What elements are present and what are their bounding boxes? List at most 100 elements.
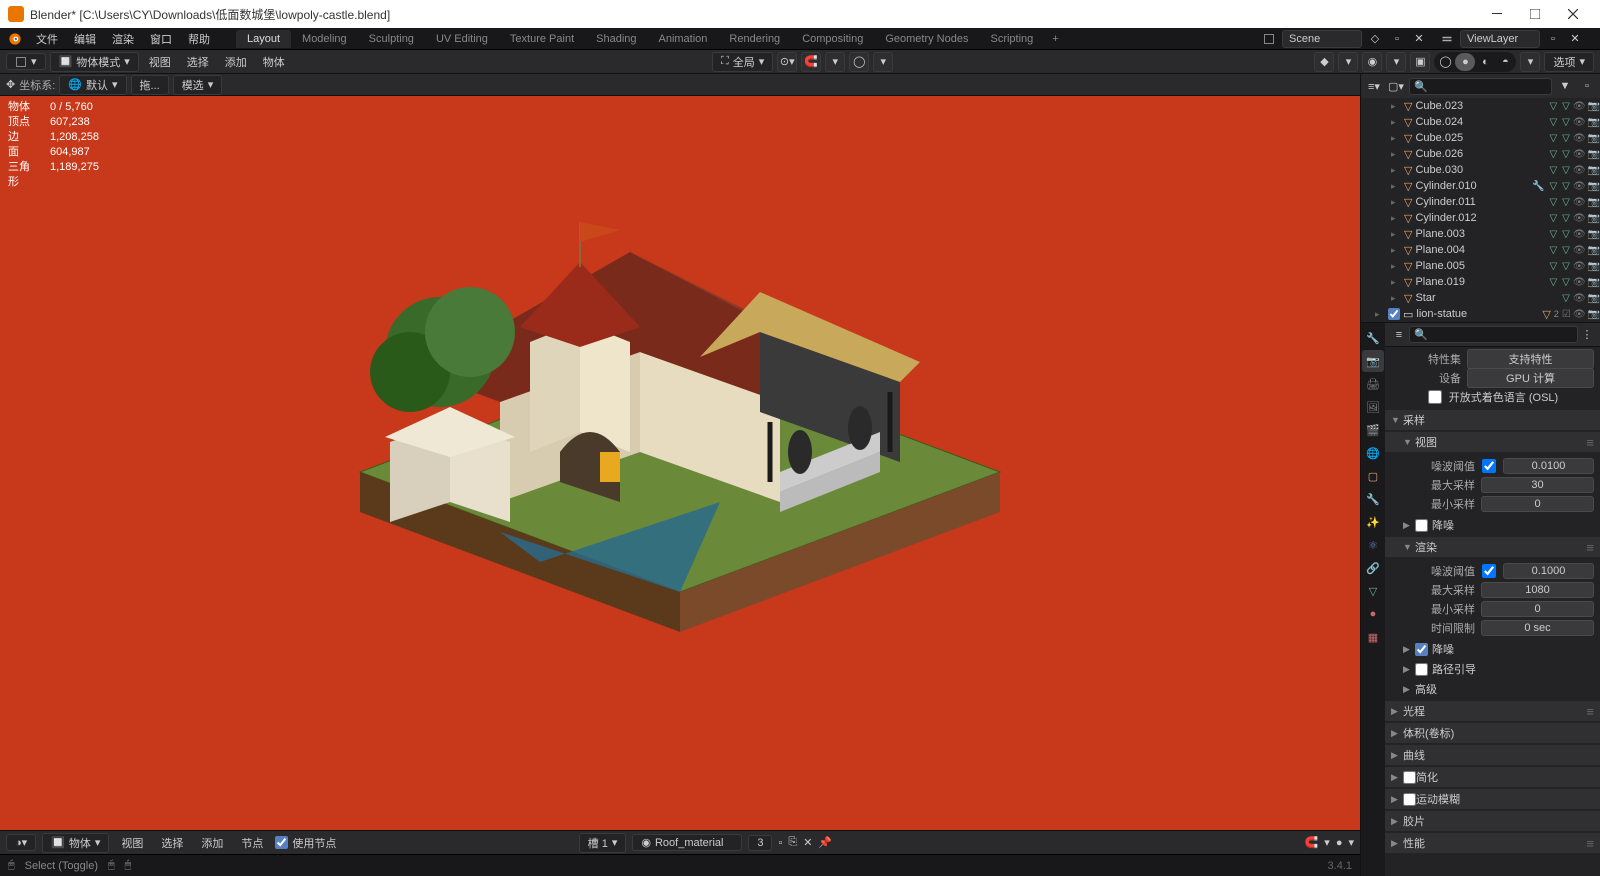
scene-new-icon[interactable]: ▫ xyxy=(1388,30,1406,48)
viewport-options[interactable]: 选项 ▾ xyxy=(1544,52,1594,72)
shader-backdrop-btn[interactable]: ● xyxy=(1336,837,1343,849)
viewlayer-new-icon[interactable]: ▫ xyxy=(1544,30,1562,48)
minimize-button[interactable] xyxy=(1478,0,1516,28)
outliner-item[interactable]: ▸▽Plane.003▽▽👁📷 xyxy=(1361,226,1600,242)
prop-tab-tool[interactable]: 🔧 xyxy=(1362,327,1384,349)
viewport-menu-select[interactable]: 选择 xyxy=(181,52,215,72)
workspace-tab-rendering[interactable]: Rendering xyxy=(718,30,791,48)
viewport-menu-object[interactable]: 物体 xyxy=(257,52,291,72)
menu-help[interactable]: 帮助 xyxy=(180,28,218,50)
workspace-tab-shading[interactable]: Shading xyxy=(585,30,647,48)
panel-light-paths[interactable]: ▶光程≡ xyxy=(1385,701,1600,721)
outliner-item[interactable]: ▸▽Cube.024▽▽👁📷 xyxy=(1361,114,1600,130)
drag-action-dropdown[interactable]: 拖... xyxy=(131,75,169,95)
properties-search-input[interactable] xyxy=(1428,329,1573,340)
panel-path-guiding[interactable]: ▶路径引导 xyxy=(1385,659,1600,679)
vp-denoise-checkbox[interactable] xyxy=(1415,519,1428,532)
workspace-tab-layout[interactable]: Layout xyxy=(236,30,291,48)
shading-dropdown[interactable]: ▾ xyxy=(1520,52,1540,72)
menu-edit[interactable]: 编辑 xyxy=(66,28,104,50)
shading-solid[interactable]: ● xyxy=(1455,53,1475,71)
shader-editor-type-dropdown[interactable]: ◑▾ xyxy=(6,834,36,851)
panel-curves[interactable]: ▶曲线 xyxy=(1385,745,1600,765)
panel-rn-denoise[interactable]: ▶降噪 xyxy=(1385,639,1600,659)
noise-rn-checkbox[interactable] xyxy=(1481,564,1497,578)
panel-viewport-sampling[interactable]: ▼视图≡ xyxy=(1385,432,1600,452)
scene-pin-icon[interactable]: ◇ xyxy=(1366,30,1384,48)
outliner-search[interactable]: 🔍 xyxy=(1409,78,1552,95)
outliner-item[interactable]: ▸▽Cube.023▽▽👁📷 xyxy=(1361,98,1600,114)
gizmo-visibility-toggle[interactable]: ◆ xyxy=(1314,52,1334,72)
gizmo-dropdown[interactable]: ▾ xyxy=(1338,52,1358,72)
device-dropdown[interactable]: GPU 计算 xyxy=(1467,368,1594,388)
pivot-point-dropdown[interactable]: ⊙▾ xyxy=(777,52,797,72)
menu-file[interactable]: 文件 xyxy=(28,28,66,50)
overlay-toggle[interactable]: ◉ xyxy=(1362,52,1382,72)
prop-tab-object[interactable]: ▢ xyxy=(1362,465,1384,487)
workspace-tab-uv-editing[interactable]: UV Editing xyxy=(425,30,499,48)
prop-tab-data[interactable]: ▽ xyxy=(1362,580,1384,602)
outliner-display-mode-dropdown[interactable]: ▢▾ xyxy=(1387,77,1405,95)
min-rn-value[interactable]: 0 xyxy=(1481,601,1594,617)
proportional-edit-dropdown[interactable]: ▾ xyxy=(873,52,893,72)
orientation-dropdown[interactable]: 🌐 默认 ▾ xyxy=(59,75,126,95)
panel-volumes[interactable]: ▶体积(卷标) xyxy=(1385,723,1600,743)
viewlayer-delete-icon[interactable]: ✕ xyxy=(1566,30,1584,48)
outliner-item[interactable]: ▸▽Cube.025▽▽👁📷 xyxy=(1361,130,1600,146)
motion-blur-checkbox[interactable] xyxy=(1403,793,1416,806)
editor-type-dropdown[interactable]: ▾ xyxy=(6,53,46,70)
panel-vp-denoise[interactable]: ▶降噪 xyxy=(1385,515,1600,535)
prop-tab-material[interactable]: ● xyxy=(1362,603,1384,625)
use-nodes-checkbox[interactable]: 使用节点 xyxy=(275,835,336,851)
feature-set-dropdown[interactable]: 支持特性 xyxy=(1467,349,1594,369)
shader-overlay-toggle[interactable]: ▾ xyxy=(1324,836,1330,849)
xray-toggle[interactable]: ▣ xyxy=(1410,52,1430,72)
osl-checkbox[interactable] xyxy=(1427,390,1443,404)
outliner-filter-icon[interactable]: ▼ xyxy=(1556,77,1574,95)
panel-sampling[interactable]: ▼采样 xyxy=(1385,410,1600,430)
close-button[interactable] xyxy=(1554,0,1592,28)
shader-menu-node[interactable]: 节点 xyxy=(235,833,269,853)
material-slot-dropdown[interactable]: 槽 1 ▾ xyxy=(579,833,627,853)
transform-mode-dropdown[interactable]: 模选 ▾ xyxy=(173,75,223,95)
shading-rendered[interactable]: ◓ xyxy=(1495,53,1515,71)
panel-render-sampling[interactable]: ▼渲染≡ xyxy=(1385,537,1600,557)
workspace-tab-texture-paint[interactable]: Texture Paint xyxy=(499,30,585,48)
outliner-item[interactable]: ▸▽Cylinder.011▽▽👁📷 xyxy=(1361,194,1600,210)
outliner-tree[interactable]: ▸▽Cube.023▽▽👁📷▸▽Cube.024▽▽👁📷▸▽Cube.025▽▽… xyxy=(1361,98,1600,322)
material-unlink-icon[interactable]: ✕ xyxy=(803,836,812,849)
prop-tab-physics[interactable]: ⚛ xyxy=(1362,534,1384,556)
path-guiding-checkbox[interactable] xyxy=(1415,663,1428,676)
noise-rn-value[interactable]: 0.1000 xyxy=(1503,563,1594,579)
shader-options-dropdown[interactable]: ▾ xyxy=(1348,836,1354,849)
panel-simplify[interactable]: ▶简化 xyxy=(1385,767,1600,787)
panel-film[interactable]: ▶胶片 xyxy=(1385,811,1600,831)
workspace-add-button[interactable]: + xyxy=(1044,30,1066,48)
max-rn-value[interactable]: 1080 xyxy=(1481,582,1594,598)
workspace-tab-animation[interactable]: Animation xyxy=(648,30,719,48)
material-pin-icon[interactable]: 📌 xyxy=(818,836,832,849)
scene-browse-icon[interactable] xyxy=(1260,30,1278,48)
outliner-new-collection-icon[interactable]: ▫ xyxy=(1578,77,1596,95)
properties-options-icon[interactable]: ⋮ xyxy=(1578,328,1596,341)
shader-menu-view[interactable]: 视图 xyxy=(115,833,149,853)
prop-tab-modifier[interactable]: 🔧 xyxy=(1362,488,1384,510)
material-users-count[interactable]: 3 xyxy=(748,835,772,851)
properties-search[interactable]: 🔍 xyxy=(1409,326,1578,343)
properties-type-dropdown[interactable]: ≡ xyxy=(1389,329,1409,341)
overlay-dropdown[interactable]: ▾ xyxy=(1386,52,1406,72)
snap-settings-dropdown[interactable]: ▾ xyxy=(825,52,845,72)
prop-tab-render[interactable]: 📷 xyxy=(1362,350,1384,372)
noise-vp-checkbox[interactable] xyxy=(1481,459,1497,473)
maximize-button[interactable] xyxy=(1516,0,1554,28)
time-limit-value[interactable]: 0 sec xyxy=(1481,620,1594,636)
outliner-item[interactable]: ▸▽Plane.019▽▽👁📷 xyxy=(1361,274,1600,290)
prop-tab-world[interactable]: 🌐 xyxy=(1362,442,1384,464)
scene-name-field[interactable]: Scene xyxy=(1282,30,1362,48)
outliner-item[interactable]: ▸▽Star▽👁📷 xyxy=(1361,290,1600,306)
transform-orientation-dropdown[interactable]: ⛶ 全局 ▾ xyxy=(712,52,773,72)
shader-menu-add[interactable]: 添加 xyxy=(195,833,229,853)
panel-performance[interactable]: ▶性能≡ xyxy=(1385,833,1600,853)
outliner-item[interactable]: ▸▽Cube.030▽▽👁📷 xyxy=(1361,162,1600,178)
prop-tab-particle[interactable]: ✨ xyxy=(1362,511,1384,533)
